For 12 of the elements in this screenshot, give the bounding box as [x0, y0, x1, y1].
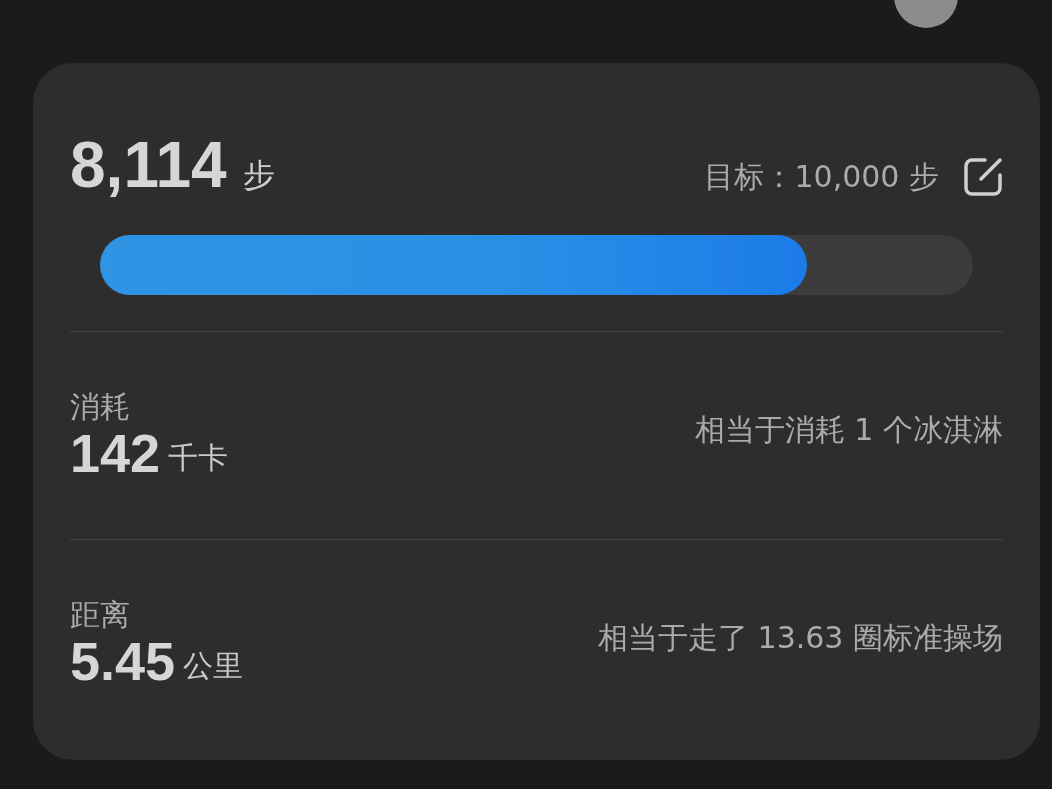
goal-text: 目标：10,000 步 — [704, 158, 939, 196]
stat-label: 距离 — [70, 596, 131, 634]
step-count: 8,114 — [70, 133, 227, 197]
stat-note: 相当于消耗 1 个冰淇淋 — [694, 411, 1003, 449]
stat-unit: 千卡 — [168, 439, 229, 477]
step-unit: 步 — [242, 155, 275, 197]
stat-value: 5.45 — [70, 634, 176, 688]
stat-label: 消耗 — [70, 388, 131, 426]
edit-icon[interactable] — [963, 156, 1003, 197]
stat-value: 142 — [70, 426, 161, 480]
stat-note: 相当于走了 13.63 圈标准操场 — [598, 619, 1003, 657]
stat-unit: 公里 — [183, 647, 244, 685]
